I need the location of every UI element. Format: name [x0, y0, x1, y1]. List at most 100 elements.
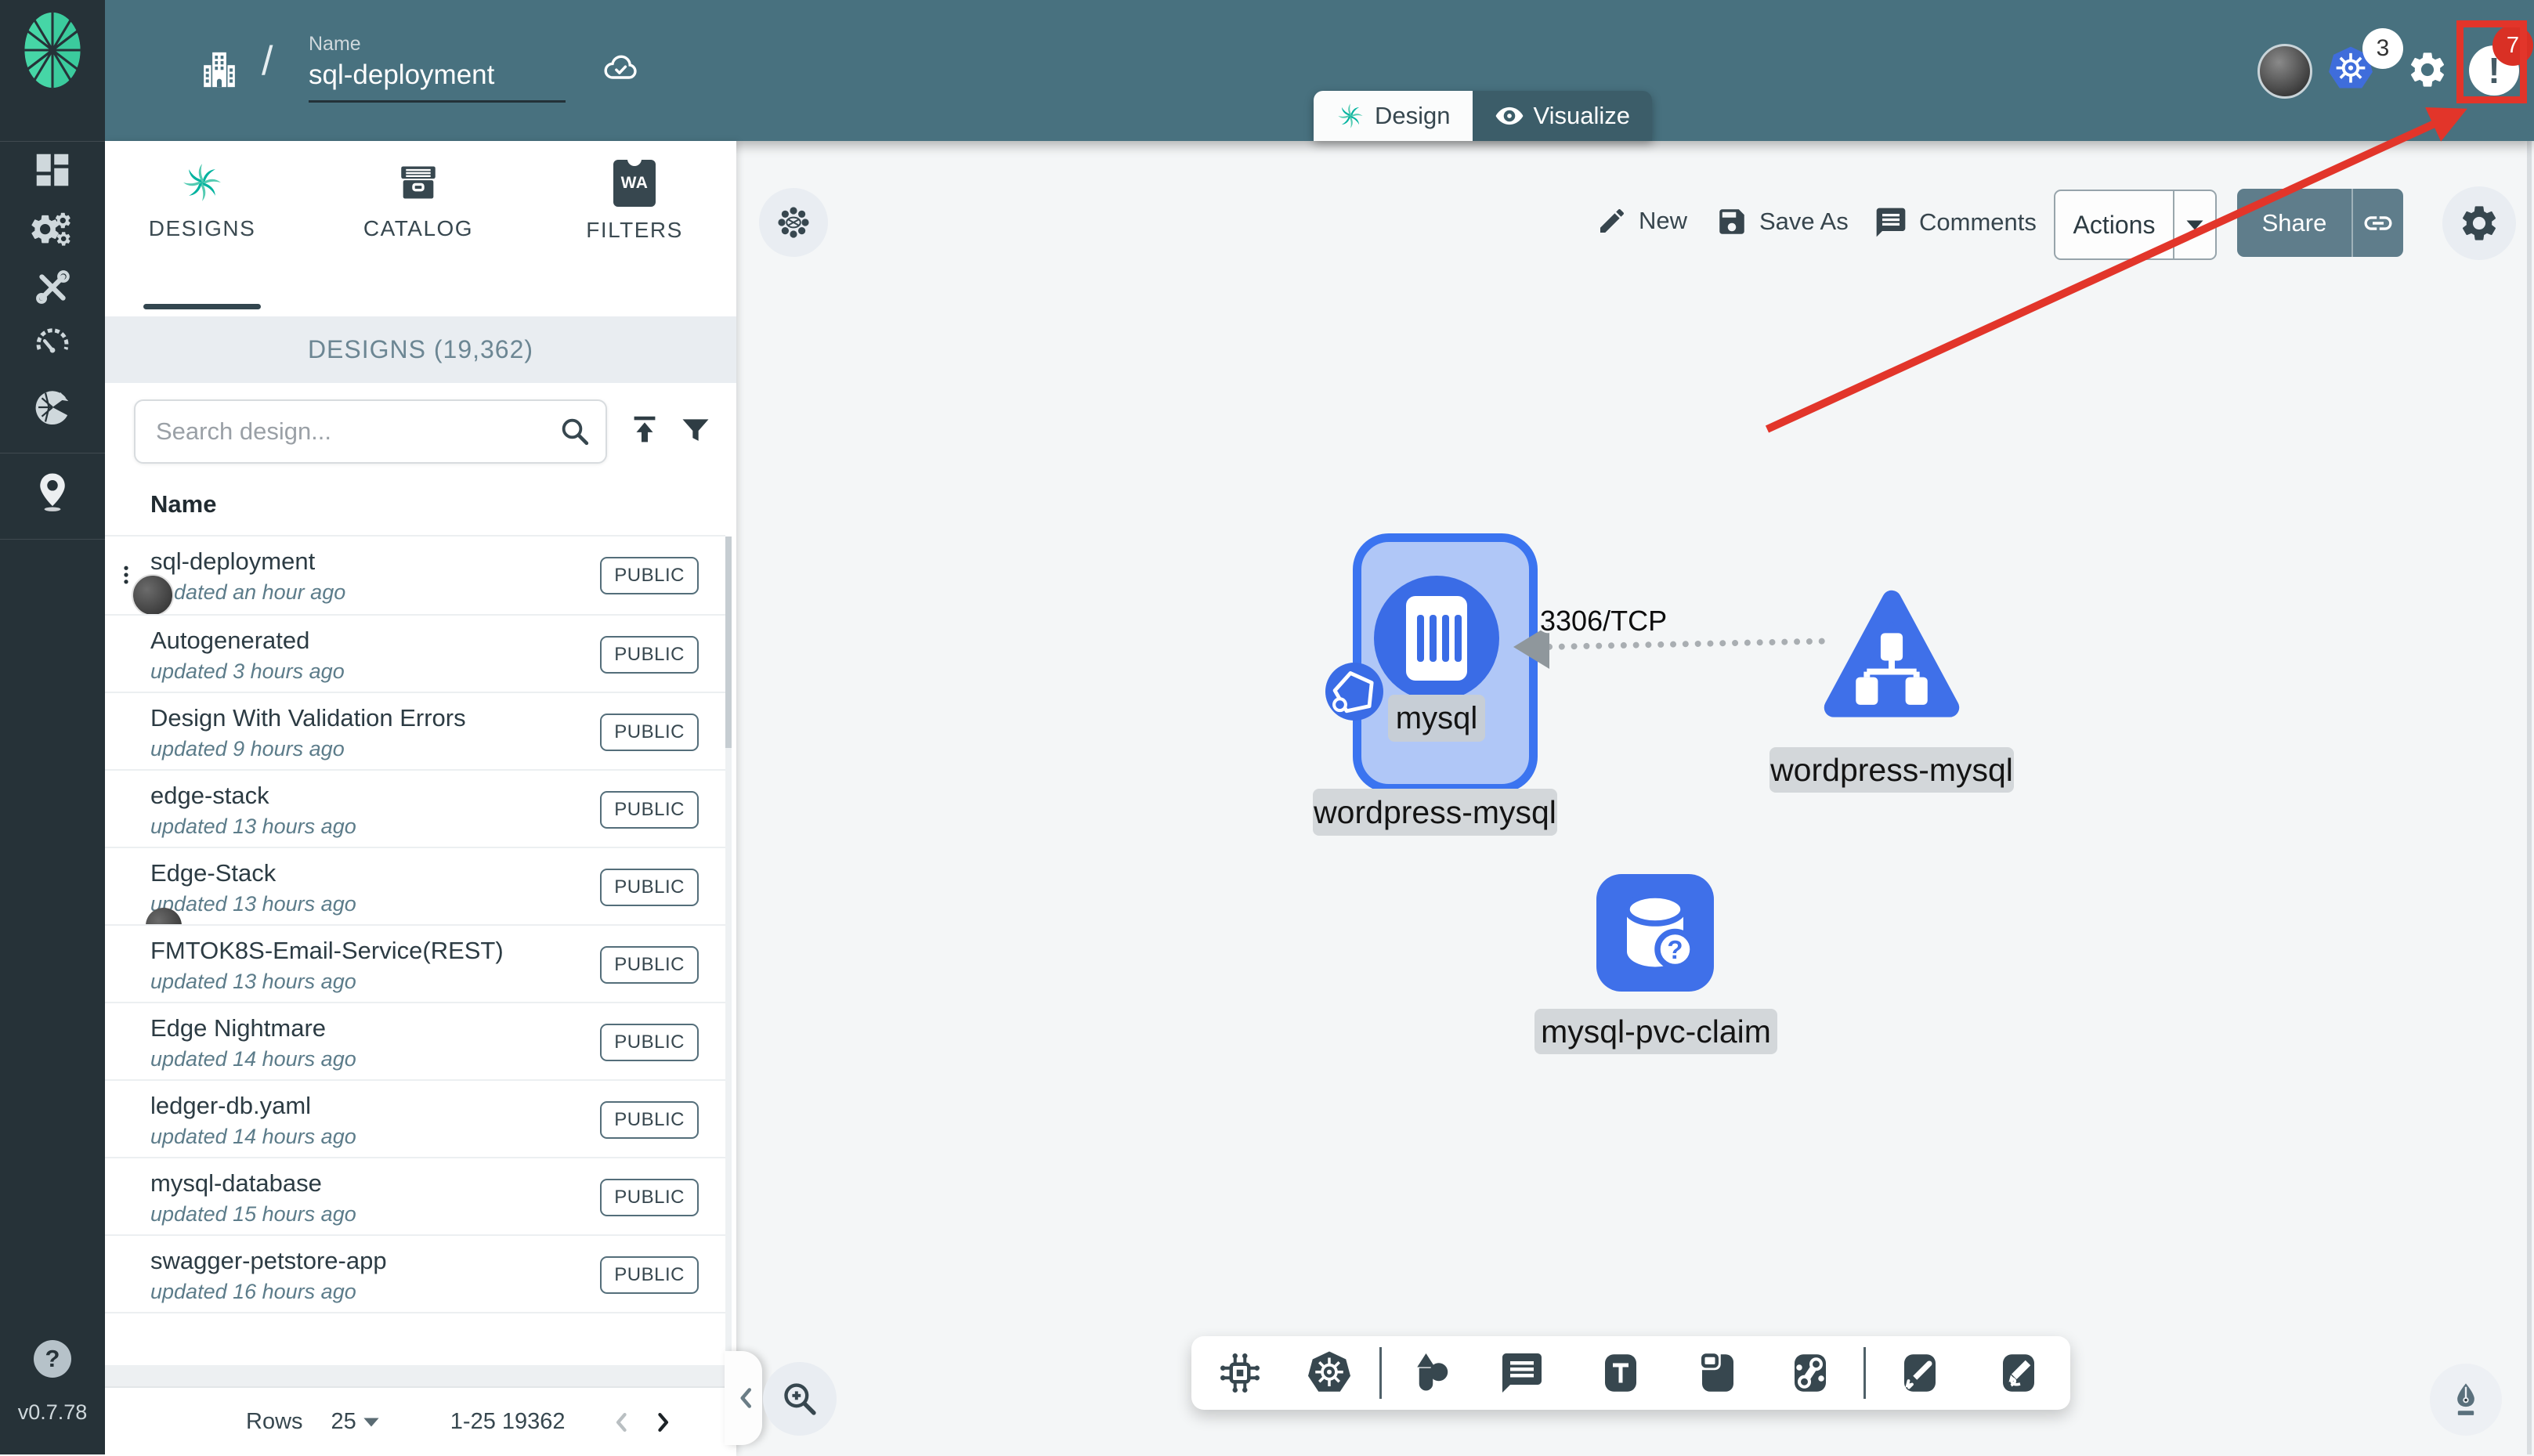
design-row[interactable]: ledger-db.yaml updated 14 hours ago PUBL… — [105, 1081, 725, 1158]
new-design-button[interactable]: New — [1596, 205, 1687, 237]
design-updated: updated 3 hours ago — [150, 659, 345, 683]
panel-tab-catalog[interactable]: CATALOG — [332, 160, 504, 241]
pvc-question-badge: ? — [1667, 935, 1683, 964]
next-page-icon[interactable] — [649, 1409, 676, 1436]
meshery-shape-badge[interactable] — [1325, 663, 1383, 721]
eye-icon — [1495, 101, 1524, 131]
kubernetes-context-count-badge[interactable]: 3 — [2362, 28, 2403, 69]
note-tool-icon[interactable] — [1694, 1349, 1741, 1396]
design-name-label: Name — [309, 33, 361, 55]
nav-kanvas-pin-icon[interactable] — [31, 470, 74, 512]
comment-tool-icon[interactable] — [1498, 1349, 1545, 1396]
design-row[interactable]: Edge-Stack updated 13 hours ago PUBLIC — [105, 848, 725, 926]
canvas-settings-button[interactable] — [2442, 186, 2516, 260]
meshery-logo[interactable] — [22, 11, 83, 89]
nav-divider — [0, 141, 105, 142]
design-row[interactable]: sql-deployment updated an hour ago PUBLI… — [105, 537, 725, 614]
design-row[interactable]: edge-stack updated 13 hours ago PUBLIC — [105, 771, 725, 848]
design-name: Design With Validation Errors — [150, 704, 466, 732]
canvas-bottom-toolbar — [1191, 1336, 2070, 1410]
copy-link-icon[interactable] — [2353, 207, 2403, 240]
design-row[interactable]: Design With Validation Errors updated 9 … — [105, 693, 725, 771]
design-name: sql-deployment — [150, 547, 316, 575]
node-pvc-mysql[interactable]: ? — [1596, 874, 1714, 992]
canvas-mesh-button[interactable] — [759, 188, 828, 257]
design-updated: updated 15 hours ago — [150, 1202, 356, 1226]
design-row[interactable]: swagger-petstore-app updated 16 hours ag… — [105, 1236, 725, 1313]
design-row[interactable]: Edge Nightmare updated 14 hours ago PUBL… — [105, 1003, 725, 1081]
design-updated: updated 13 hours ago — [150, 892, 356, 916]
organization-icon[interactable] — [197, 45, 241, 94]
design-row[interactable]: Autogenerated updated 3 hours ago PUBLIC — [105, 616, 725, 693]
rows-per-page-select[interactable]: 25 — [331, 1409, 356, 1435]
visibility-badge: PUBLIC — [600, 946, 699, 984]
pvc-node-label: mysql-pvc-claim — [1534, 1009, 1777, 1054]
panel-collapse-handle[interactable] — [725, 1351, 762, 1445]
design-updated: updated 14 hours ago — [150, 1047, 356, 1071]
tab-visualize-label: Visualize — [1533, 102, 1631, 129]
rows-per-page-caret-icon[interactable] — [363, 1417, 380, 1428]
kubernetes-tool-icon[interactable] — [1306, 1349, 1353, 1396]
doodle-tool-icon[interactable] — [1995, 1349, 2042, 1396]
filter-icon[interactable] — [678, 414, 713, 448]
user-avatar[interactable] — [2257, 44, 2312, 99]
design-updated: updated an hour ago — [150, 580, 346, 604]
visibility-badge: PUBLIC — [600, 1256, 699, 1294]
visibility-badge: PUBLIC — [600, 869, 699, 906]
text-tool-icon[interactable] — [1597, 1349, 1644, 1396]
panel-tab-filters[interactable]: WA FILTERS — [548, 155, 721, 243]
edge-port-label: 3306/TCP — [1540, 605, 1668, 637]
actions-split-button[interactable]: Actions — [2054, 190, 2217, 260]
nav-extensions-icon[interactable] — [31, 386, 74, 428]
design-name: FMTOK8S-Email-Service(REST) — [150, 937, 504, 964]
divider — [105, 1312, 725, 1313]
relationship-tool-icon[interactable] — [1787, 1349, 1834, 1396]
design-spiral-icon — [1336, 101, 1365, 131]
list-scrollbar-thumb[interactable] — [725, 537, 732, 748]
tab-design[interactable]: Design — [1314, 91, 1473, 141]
design-canvas[interactable] — [736, 141, 2534, 1454]
design-name-input[interactable]: sql-deployment — [309, 60, 494, 91]
prev-page-icon[interactable] — [609, 1409, 635, 1436]
save-as-button[interactable]: Save As — [1715, 205, 1849, 238]
panel-tab-designs[interactable]: DESIGNS — [116, 160, 288, 241]
nav-divider — [0, 539, 105, 540]
pagination-range: 1-25 19362 — [450, 1409, 566, 1434]
panel-tab-designs-label: DESIGNS — [148, 216, 256, 240]
search-icon[interactable] — [558, 415, 591, 448]
import-design-icon[interactable] — [627, 412, 663, 448]
node-service-wordpress-mysql[interactable] — [1823, 589, 1961, 727]
help-button[interactable]: ? — [34, 1340, 71, 1378]
list-footer-strip — [105, 1365, 725, 1386]
nav-lifecycle-icon[interactable] — [31, 208, 74, 251]
comments-label: Comments — [1919, 208, 2037, 236]
shapes-tool-icon[interactable] — [1408, 1349, 1455, 1396]
settings-gear-icon[interactable] — [2406, 49, 2449, 91]
breadcrumb-slash: / — [262, 38, 273, 84]
zoom-in-button[interactable] — [763, 1362, 837, 1436]
design-row[interactable]: FMTOK8S-Email-Service(REST) updated 13 h… — [105, 926, 725, 1003]
design-name: swagger-petstore-app — [150, 1247, 387, 1274]
mode-tabs: Design Visualize — [1314, 91, 1653, 141]
draw-arrow-tool-icon[interactable] — [1896, 1349, 1943, 1396]
active-tab-underline — [143, 304, 261, 309]
tab-visualize[interactable]: Visualize — [1472, 91, 1653, 141]
nav-dashboard-icon[interactable] — [31, 149, 74, 191]
design-name-underline — [309, 100, 566, 103]
comments-button[interactable]: Comments — [1874, 205, 2037, 240]
components-chip-icon[interactable] — [1216, 1349, 1263, 1396]
tab-design-label: Design — [1375, 102, 1451, 129]
visibility-badge: PUBLIC — [600, 1179, 699, 1216]
design-name: Edge Nightmare — [150, 1014, 327, 1042]
designs-count-banner: DESIGNS (19,362) — [105, 316, 736, 383]
design-updated: updated 16 hours ago — [150, 1280, 356, 1303]
actions-label[interactable]: Actions — [2055, 211, 2173, 240]
share-label[interactable]: Share — [2237, 209, 2351, 237]
nav-performance-icon[interactable] — [31, 321, 74, 363]
design-row[interactable]: mysql-database updated 15 hours ago PUBL… — [105, 1158, 725, 1236]
version-label: v0.7.78 — [17, 1400, 88, 1424]
nav-configuration-icon[interactable] — [31, 266, 74, 309]
window-scrollbar[interactable] — [2527, 141, 2532, 1454]
search-input[interactable] — [136, 417, 558, 446]
pen-mode-button[interactable] — [2430, 1364, 2502, 1436]
